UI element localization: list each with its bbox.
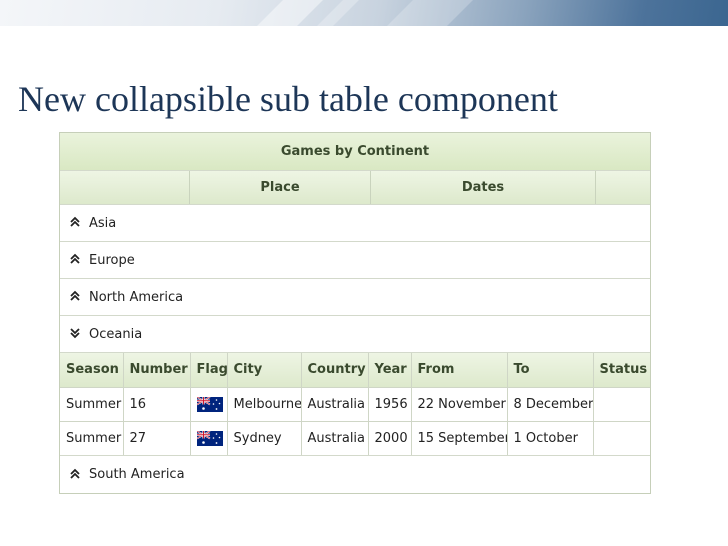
games-grid: Games by Continent Place Dates Asia Euro… bbox=[59, 132, 651, 494]
cell-from: 15 September bbox=[411, 421, 508, 455]
sub-table: Season Number Flag City Country Year Fro… bbox=[60, 353, 650, 455]
sub-header-season[interactable]: Season bbox=[60, 353, 124, 388]
australia-flag-icon bbox=[196, 430, 223, 446]
expand-chevron-icon[interactable] bbox=[69, 468, 81, 480]
cell-city: Melbourne bbox=[227, 387, 302, 422]
group-row-south-america[interactable]: South America bbox=[60, 456, 650, 493]
grid-header-dates[interactable]: Dates bbox=[371, 171, 596, 204]
grid-header-blank bbox=[60, 171, 190, 204]
expand-chevron-icon[interactable] bbox=[69, 216, 81, 228]
group-row-north-america[interactable]: North America bbox=[60, 279, 650, 316]
cell-to: 1 October bbox=[507, 421, 594, 455]
group-row-oceania[interactable]: Oceania bbox=[60, 316, 650, 353]
cell-status bbox=[593, 421, 650, 455]
slide: New collapsible sub table component Game… bbox=[0, 0, 728, 546]
cell-country: Australia bbox=[301, 387, 369, 422]
cell-flag bbox=[190, 387, 228, 422]
grid-header-row: Place Dates bbox=[60, 171, 650, 205]
sub-header-number[interactable]: Number bbox=[123, 353, 191, 388]
collapse-chevron-icon[interactable] bbox=[69, 327, 81, 339]
group-label: South America bbox=[89, 467, 185, 482]
expand-chevron-icon[interactable] bbox=[69, 253, 81, 265]
sub-header-status[interactable]: Status bbox=[593, 353, 650, 388]
cell-country: Australia bbox=[301, 421, 369, 455]
banner-streak bbox=[317, 0, 359, 26]
cell-city: Sydney bbox=[227, 421, 302, 455]
sub-table-header-row: Season Number Flag City Country Year Fro… bbox=[60, 353, 650, 388]
grid-caption: Games by Continent bbox=[60, 133, 650, 171]
cell-season: Summer bbox=[60, 421, 124, 455]
sub-header-city[interactable]: City bbox=[227, 353, 302, 388]
grid-header-place[interactable]: Place bbox=[190, 171, 371, 204]
cell-flag bbox=[190, 421, 228, 455]
banner-streak bbox=[387, 0, 473, 26]
cell-season: Summer bbox=[60, 387, 124, 422]
sub-header-from[interactable]: From bbox=[411, 353, 508, 388]
banner-streak bbox=[257, 0, 323, 26]
cell-number: 16 bbox=[123, 387, 191, 422]
group-label: Asia bbox=[89, 215, 117, 231]
slide-title: New collapsible sub table component bbox=[18, 79, 558, 119]
cell-year: 1956 bbox=[368, 387, 412, 422]
table-row[interactable]: Summer 16 Melbourne Australia 1956 22 No… bbox=[60, 387, 650, 422]
cell-year: 2000 bbox=[368, 421, 412, 455]
oceania-sub-table: Season Number Flag City Country Year Fro… bbox=[60, 353, 650, 456]
cell-status bbox=[593, 387, 650, 422]
group-row-asia[interactable]: Asia bbox=[60, 205, 650, 242]
group-row-europe[interactable]: Europe bbox=[60, 242, 650, 279]
group-label: Oceania bbox=[89, 326, 143, 342]
australia-flag-icon bbox=[196, 396, 223, 412]
top-banner bbox=[0, 0, 728, 26]
grid-header-blank-end bbox=[596, 171, 650, 204]
cell-to: 8 December bbox=[507, 387, 594, 422]
cell-from: 22 November bbox=[411, 387, 508, 422]
sub-header-flag[interactable]: Flag bbox=[190, 353, 228, 388]
table-row[interactable]: Summer 27 Sydney Australia 2000 15 Septe… bbox=[60, 421, 650, 455]
cell-number: 27 bbox=[123, 421, 191, 455]
expand-chevron-icon[interactable] bbox=[69, 290, 81, 302]
sub-header-to[interactable]: To bbox=[507, 353, 594, 388]
sub-header-year[interactable]: Year bbox=[368, 353, 412, 388]
group-label: North America bbox=[89, 289, 184, 305]
sub-header-country[interactable]: Country bbox=[301, 353, 369, 388]
group-label: Europe bbox=[89, 252, 135, 268]
